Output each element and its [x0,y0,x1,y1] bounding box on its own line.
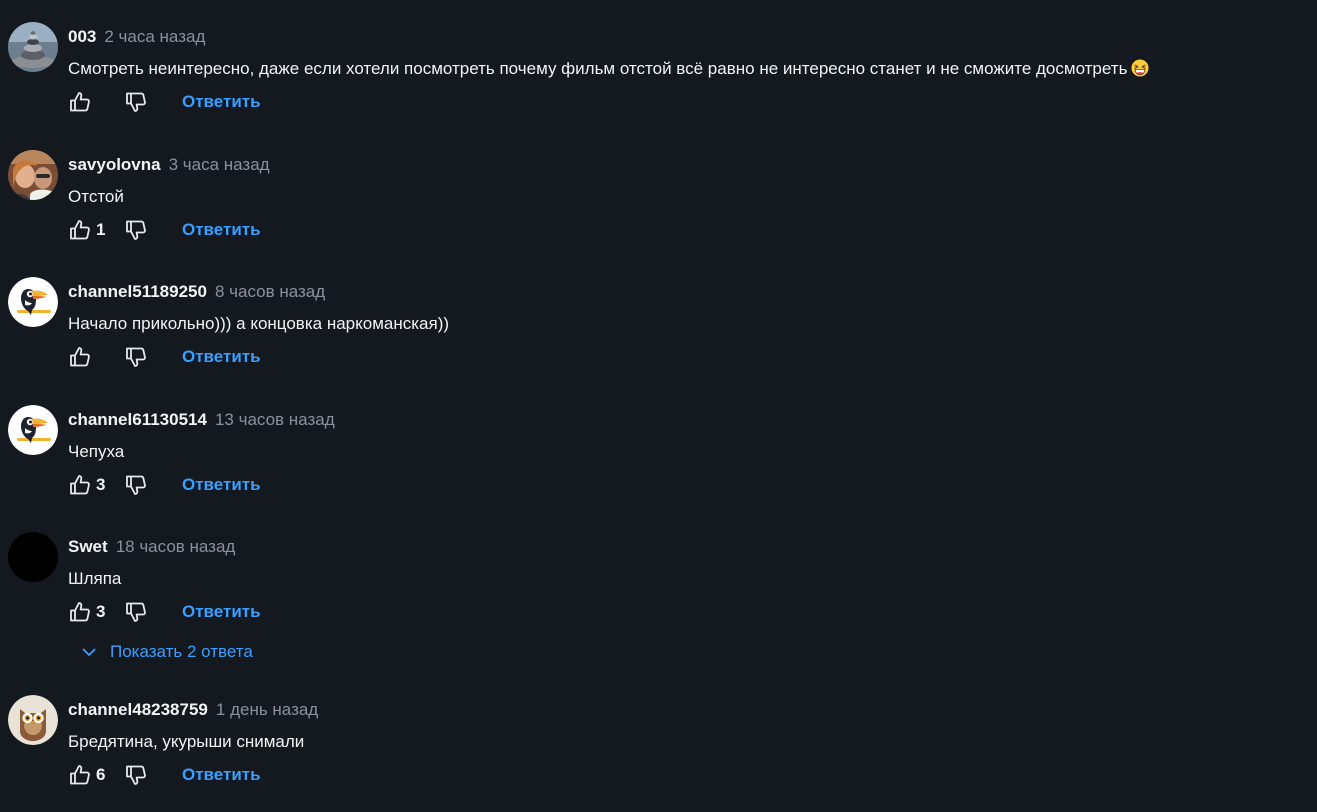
comment-actions: 6 Ответить [68,763,261,787]
comment-header: savyolovna 3 часа назад [68,154,270,176]
reply-button[interactable]: Ответить [182,765,261,785]
toucan-icon [8,405,58,455]
comment-time: 2 часа назад [104,27,206,46]
comment-actions: 1 Ответить [68,218,261,242]
comment-text-content: Бредятина, укурыши снимали [68,732,305,751]
comment-header: channel61130514 13 часов назад [68,409,335,431]
comment-text: Бредятина, укурыши снимали [68,731,304,753]
like-button[interactable]: 3 [68,473,124,497]
reply-button[interactable]: Ответить [182,475,261,495]
comment-actions: 3 Ответить [68,600,261,624]
comment-author[interactable]: 003 [68,27,96,46]
avatar[interactable] [8,532,58,582]
comment-header: channel48238759 1 день назад [68,699,318,721]
owl-icon [8,695,58,745]
sea-stones-photo [8,22,58,72]
dislike-button[interactable] [124,600,182,624]
comment-header: channel51189250 8 часов назад [68,281,325,303]
comment-time: 3 часа назад [168,155,270,174]
comment-actions: Ответить [68,90,261,114]
chevron-down-icon [82,648,96,656]
grinning-squinting-face-icon [1131,59,1149,77]
like-count: 3 [96,475,106,494]
thumbs-up-icon [68,473,92,497]
comment-author[interactable]: Swet [68,537,108,556]
show-replies-button[interactable]: Показать 2 ответа [80,640,253,664]
comment-author[interactable]: channel48238759 [68,700,208,719]
thumbs-down-icon [124,218,148,242]
avatar[interactable] [8,695,58,745]
comment-time: 8 часов назад [214,282,326,301]
like-count: 6 [96,765,106,784]
comment-actions: Ответить [68,345,261,369]
thumbs-up-icon [68,345,92,369]
show-replies-label: Показать 2 ответа [110,642,253,661]
thumbs-down-icon [124,473,148,497]
thumbs-down-icon [124,763,148,787]
reply-button[interactable]: Ответить [182,92,261,112]
comment-text: Смотреть неинтересно, даже если хотели п… [68,58,1149,80]
comment-time: 1 день назад [215,700,319,719]
comment-text: Шляпа [68,568,121,590]
comment-text: Начало прикольно))) а концовка наркоманс… [68,313,449,335]
avatar[interactable] [8,277,58,327]
toucan-icon [8,277,58,327]
like-button[interactable] [68,345,124,369]
comment-author[interactable]: savyolovna [68,155,161,174]
like-count: 1 [96,220,106,239]
like-button[interactable] [68,90,124,114]
dislike-button[interactable] [124,218,182,242]
reply-button[interactable]: Ответить [182,220,261,240]
thumbs-up-icon [68,90,92,114]
comment-text: Отстой [68,186,124,208]
comment-author[interactable]: channel51189250 [68,282,207,301]
reply-button[interactable]: Ответить [182,347,261,367]
thumbs-up-icon [68,218,92,242]
comment-time: 13 часов назад [214,410,335,429]
like-button[interactable]: 3 [68,600,124,624]
comment-header: 003 2 часа назад [68,26,205,48]
avatar[interactable] [8,22,58,72]
comment-text-content: Смотреть неинтересно, даже если хотели п… [68,59,1128,78]
comment-actions: 3 Ответить [68,473,261,497]
thumbs-up-icon [68,600,92,624]
like-button[interactable]: 6 [68,763,124,787]
comment-text: Чепуха [68,441,124,463]
like-count: 3 [96,602,106,621]
thumbs-down-icon [124,345,148,369]
thumbs-down-icon [124,600,148,624]
avatar[interactable] [8,405,58,455]
comment-text-content: Начало прикольно))) а концовка наркоманс… [68,314,450,333]
couple-photo [8,150,58,200]
dislike-button[interactable] [124,763,182,787]
reply-button[interactable]: Ответить [182,602,261,622]
dislike-button[interactable] [124,345,182,369]
like-button[interactable]: 1 [68,218,124,242]
dislike-button[interactable] [124,90,182,114]
dislike-button[interactable] [124,473,182,497]
avatar[interactable] [8,150,58,200]
comment-text-content: Шляпа [68,569,122,588]
comment-time: 18 часов назад [115,537,236,556]
comment-text-content: Чепуха [68,442,125,461]
comments-list: 003 2 часа назад Смотреть неинтересно, да… [0,0,1317,812]
comment-author[interactable]: channel61130514 [68,410,207,429]
thumbs-up-icon [68,763,92,787]
comment-text-content: Отстой [68,187,124,206]
comment-header: Swet 18 часов назад [68,536,235,558]
thumbs-down-icon [124,90,148,114]
black-circle [8,532,58,582]
